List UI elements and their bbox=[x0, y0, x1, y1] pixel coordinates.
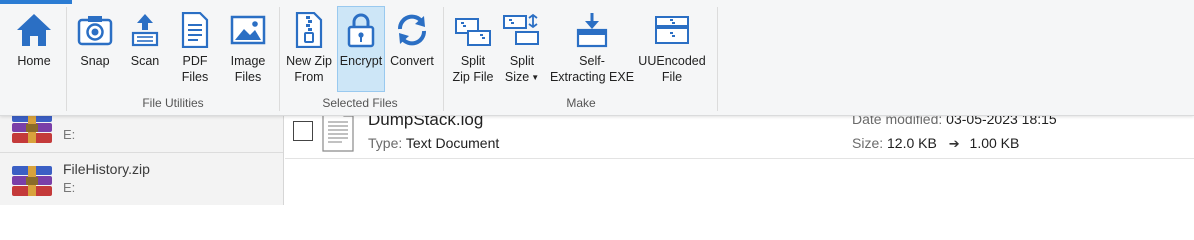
pdf-files-button-label: PDF Files bbox=[181, 54, 209, 84]
group-label-selected-files: Selected Files bbox=[322, 96, 398, 110]
image-files-button-label: Image Files bbox=[230, 54, 266, 84]
split-zip-icon bbox=[453, 10, 493, 50]
chevron-down-icon: ▼ bbox=[531, 73, 540, 82]
convert-arrows-icon bbox=[392, 10, 432, 50]
split-zip-file-button[interactable]: Split Zip File bbox=[448, 6, 498, 92]
file-size-label: Size: bbox=[852, 135, 884, 151]
convert-button[interactable]: Convert bbox=[386, 6, 438, 92]
uuencoded-file-button[interactable]: UUEncoded File bbox=[636, 6, 708, 92]
split-size-dropdown[interactable]: Split Size ▼ bbox=[498, 6, 546, 92]
encrypt-button-label: Encrypt bbox=[339, 54, 383, 68]
new-zip-from-button-label: New Zip From bbox=[286, 54, 332, 84]
image-icon bbox=[228, 10, 268, 50]
active-tab-indicator bbox=[0, 0, 72, 4]
scan-button-label: Scan bbox=[130, 54, 160, 68]
divider bbox=[285, 158, 1194, 159]
ribbon-toolbar: Home Snap Scan PDF Files Image Files Fil… bbox=[0, 0, 1194, 116]
app-window: E: FileHistory.zip E: DumpStack.log Type… bbox=[0, 0, 1194, 205]
winzip-archive-icon bbox=[12, 166, 52, 196]
ribbon-group-file-utilities: Snap Scan PDF Files Image Files File Uti… bbox=[70, 6, 276, 114]
file-type-label: Type: bbox=[368, 135, 403, 151]
convert-button-label: Convert bbox=[390, 54, 434, 68]
snap-button[interactable]: Snap bbox=[72, 6, 118, 92]
scan-button[interactable]: Scan bbox=[122, 6, 168, 92]
list-item-drive: E: bbox=[63, 127, 76, 142]
split-size-button-label: Split Size bbox=[504, 54, 535, 84]
ribbon-group-selected-files: New Zip From Encrypt Convert Selected Fi… bbox=[282, 6, 438, 114]
split-size-icon bbox=[502, 10, 542, 50]
group-label-file-utilities: File Utilities bbox=[142, 96, 204, 110]
lock-icon bbox=[341, 10, 381, 50]
self-extracting-exe-button[interactable]: Self- Extracting EXE bbox=[550, 6, 634, 92]
encrypt-button[interactable]: Encrypt bbox=[337, 6, 385, 92]
new-zip-from-button[interactable]: New Zip From bbox=[282, 6, 336, 92]
list-item-name: FileHistory.zip bbox=[63, 161, 150, 177]
list-item[interactable]: FileHistory.zip E: bbox=[0, 153, 283, 205]
camera-icon bbox=[75, 10, 115, 50]
self-extracting-box-icon bbox=[572, 10, 612, 50]
group-label-make: Make bbox=[566, 96, 596, 110]
scanner-icon bbox=[125, 10, 165, 50]
file-select-checkbox[interactable] bbox=[293, 121, 313, 141]
list-item-drive: E: bbox=[63, 180, 76, 195]
split-zip-file-button-label: Split Zip File bbox=[452, 54, 494, 84]
snap-button-label: Snap bbox=[80, 54, 110, 68]
uuencoded-file-button-label: UUEncoded File bbox=[638, 54, 706, 84]
group-divider bbox=[717, 7, 718, 111]
image-files-button[interactable]: Image Files bbox=[222, 6, 274, 92]
group-divider bbox=[66, 7, 67, 111]
self-extracting-exe-button-label: Self- Extracting EXE bbox=[549, 54, 635, 84]
zip-file-icon bbox=[289, 10, 329, 50]
group-divider bbox=[279, 7, 280, 111]
file-size-compressed: 1.00 KB bbox=[969, 135, 1020, 151]
file-size: Size: 12.0 KB ➔ 1.00 KB bbox=[852, 135, 1019, 152]
uuencoded-file-icon bbox=[652, 10, 692, 50]
arrow-right-icon: ➔ bbox=[948, 136, 960, 151]
ribbon-group-make: Split Zip File Split Size ▼ Self- Extrac… bbox=[446, 6, 716, 114]
home-icon bbox=[14, 10, 54, 50]
file-type-value: Text Document bbox=[405, 135, 500, 151]
pdf-document-icon bbox=[175, 10, 215, 50]
pdf-files-button[interactable]: PDF Files bbox=[172, 6, 218, 92]
home-button-label: Home bbox=[17, 54, 51, 68]
home-button[interactable]: Home bbox=[6, 6, 62, 92]
group-divider bbox=[443, 7, 444, 111]
file-type: Type: Text Document bbox=[368, 135, 499, 151]
winzip-archive-icon bbox=[12, 113, 52, 143]
file-size-original: 12.0 KB bbox=[887, 135, 937, 151]
ribbon-group-home: Home bbox=[6, 6, 62, 114]
